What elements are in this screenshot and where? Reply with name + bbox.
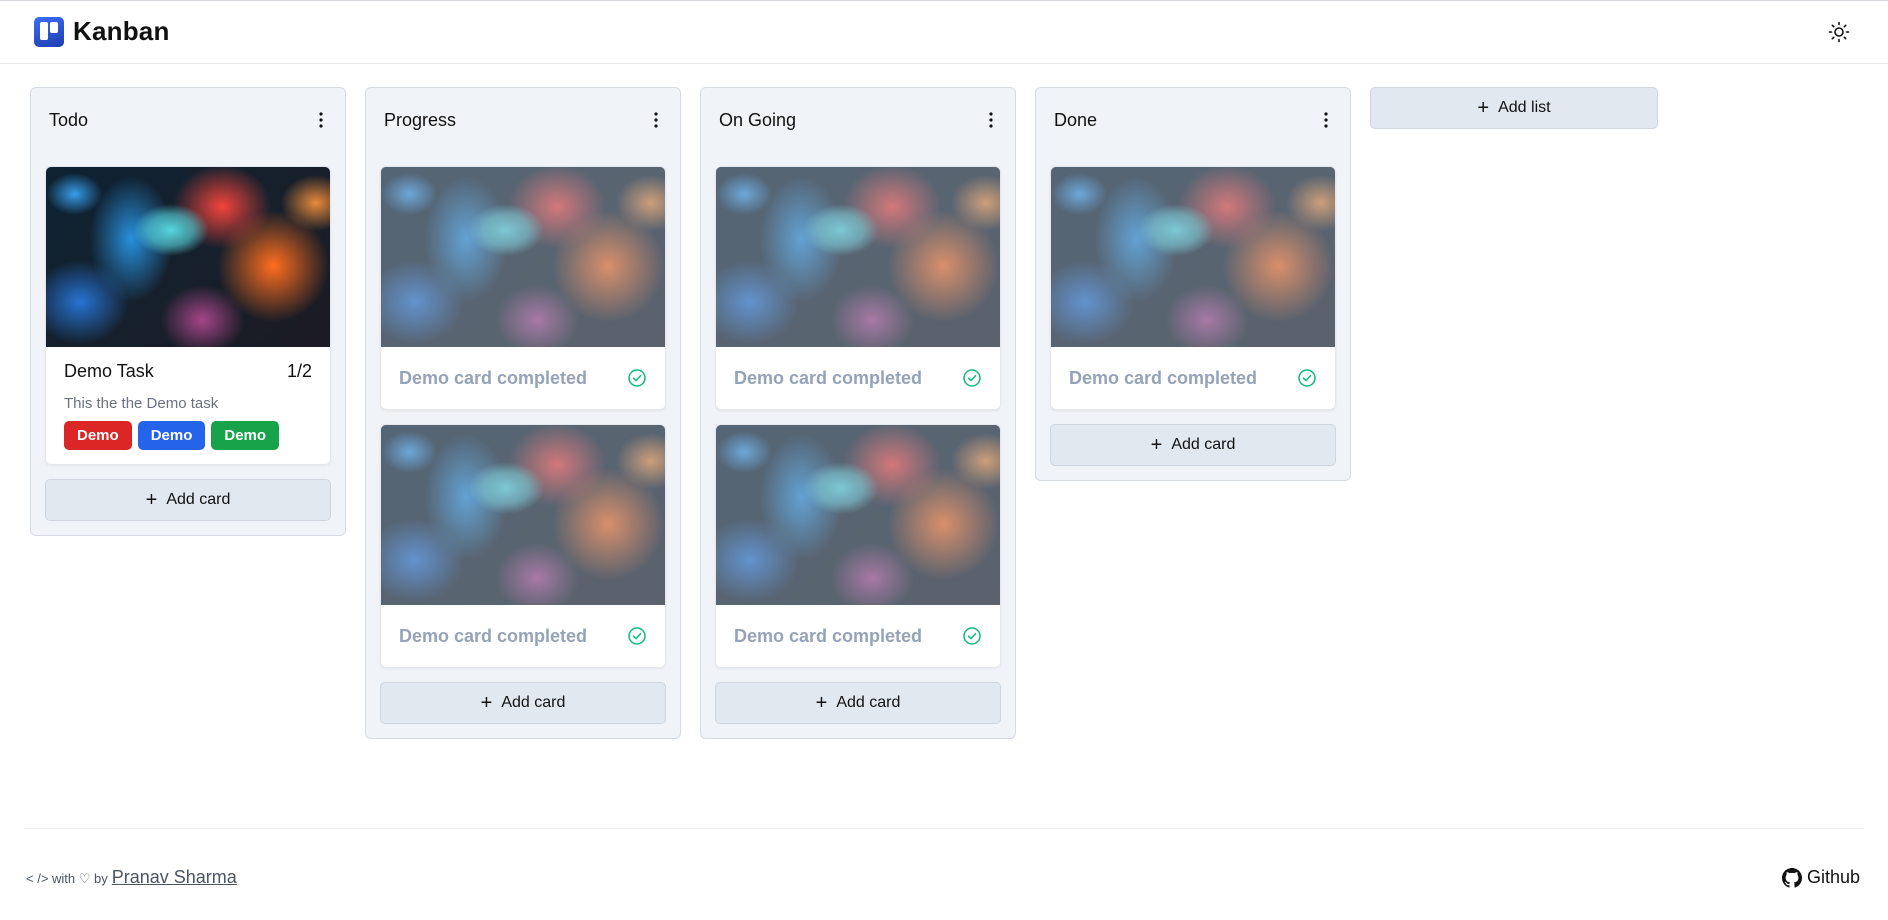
github-label: Github <box>1807 867 1861 887</box>
card-cover-image <box>716 425 1000 605</box>
tag-blue: Demo <box>137 421 206 450</box>
board: Todo Demo Task 1/2 This the the Demo tas… <box>30 87 1658 739</box>
card-tags: Demo Demo Demo <box>64 421 312 450</box>
card-cover-image <box>716 167 1000 347</box>
footer-divider <box>24 828 1864 829</box>
github-icon <box>1782 867 1802 888</box>
card-title: Demo card completed <box>734 625 923 646</box>
add-card-label: Add card <box>166 491 231 508</box>
more-vertical-icon[interactable] <box>979 108 1003 132</box>
card-list: Demo card completed <box>1050 152 1336 410</box>
list-title: Done <box>1054 109 1098 130</box>
tag-red: Demo <box>64 421 132 450</box>
card-title: Demo card completed <box>734 367 923 388</box>
completed-card[interactable]: Demo card completed <box>380 424 666 668</box>
tag-green: Demo <box>211 421 280 450</box>
task-card[interactable]: Demo Task 1/2 This the the Demo task Dem… <box>45 166 331 465</box>
list-header: On Going <box>715 88 1001 152</box>
plus-icon: + <box>145 489 158 511</box>
check-circle-icon <box>1298 369 1316 387</box>
list-header: Progress <box>380 88 666 152</box>
card-title: Demo card completed <box>399 367 588 388</box>
check-circle-icon <box>963 369 981 387</box>
list-progress: Progress Demo card completed Demo card c… <box>365 87 681 739</box>
sun-icon[interactable] <box>1827 20 1851 44</box>
author-link[interactable]: Pranav Sharma <box>112 867 237 888</box>
add-card-label: Add card <box>836 694 901 711</box>
completed-card[interactable]: Demo card completed <box>715 424 1001 668</box>
list-done: Done Demo card completed + Add card <box>1035 87 1351 481</box>
plus-icon: + <box>1150 434 1163 456</box>
card-cover-image <box>1051 167 1335 347</box>
card-cover-image <box>381 425 665 605</box>
card-checklist-count: 1/2 <box>286 361 312 381</box>
card-title: Demo card completed <box>1069 367 1258 388</box>
more-vertical-icon[interactable] <box>309 108 333 132</box>
list-title: Todo <box>49 109 89 130</box>
more-vertical-icon[interactable] <box>644 108 668 132</box>
add-list-button[interactable]: + Add list <box>1370 87 1658 129</box>
card-title: Demo Task <box>64 361 154 381</box>
more-vertical-icon[interactable] <box>1314 108 1338 132</box>
add-card-label: Add card <box>501 694 566 711</box>
card-cover-image <box>46 167 330 347</box>
list-title: Progress <box>384 109 457 130</box>
completed-card[interactable]: Demo card completed <box>380 166 666 410</box>
app-header: Kanban <box>0 1 1888 64</box>
card-list: Demo card completed Demo card completed <box>380 152 666 668</box>
app-title: Kanban <box>73 16 170 46</box>
list-header: Todo <box>45 88 331 152</box>
card-list: Demo card completed Demo card completed <box>715 152 1001 668</box>
card-list: Demo Task 1/2 This the the Demo task Dem… <box>45 152 331 465</box>
check-circle-icon <box>628 627 646 645</box>
github-link[interactable]: Github <box>1782 867 1860 888</box>
add-card-button[interactable]: + Add card <box>1050 424 1336 466</box>
completed-card[interactable]: Demo card completed <box>1050 166 1336 410</box>
add-list-label: Add list <box>1498 99 1551 116</box>
add-card-label: Add card <box>1171 436 1236 453</box>
list-on-going: On Going Demo card completed Demo card c… <box>700 87 1016 739</box>
add-card-button[interactable]: + Add card <box>380 682 666 724</box>
completed-card[interactable]: Demo card completed <box>715 166 1001 410</box>
card-title: Demo card completed <box>399 625 588 646</box>
card-cover-image <box>381 167 665 347</box>
check-circle-icon <box>963 627 981 645</box>
add-card-button[interactable]: + Add card <box>715 682 1001 724</box>
add-card-button[interactable]: + Add card <box>45 479 331 521</box>
footer-credit: < /> with ♡ by Pranav Sharma <box>26 867 237 888</box>
footer-prefix: < /> with ♡ by <box>26 871 108 886</box>
brand[interactable]: Kanban <box>34 16 170 47</box>
list-title: On Going <box>719 109 797 130</box>
check-circle-icon <box>628 369 646 387</box>
plus-icon: + <box>1477 97 1490 119</box>
kanban-logo-icon <box>34 16 64 47</box>
list-header: Done <box>1050 88 1336 152</box>
plus-icon: + <box>480 692 493 714</box>
card-description: This the the Demo task <box>64 395 219 412</box>
plus-icon: + <box>815 692 828 714</box>
list-todo: Todo Demo Task 1/2 This the the Demo tas… <box>30 87 346 536</box>
